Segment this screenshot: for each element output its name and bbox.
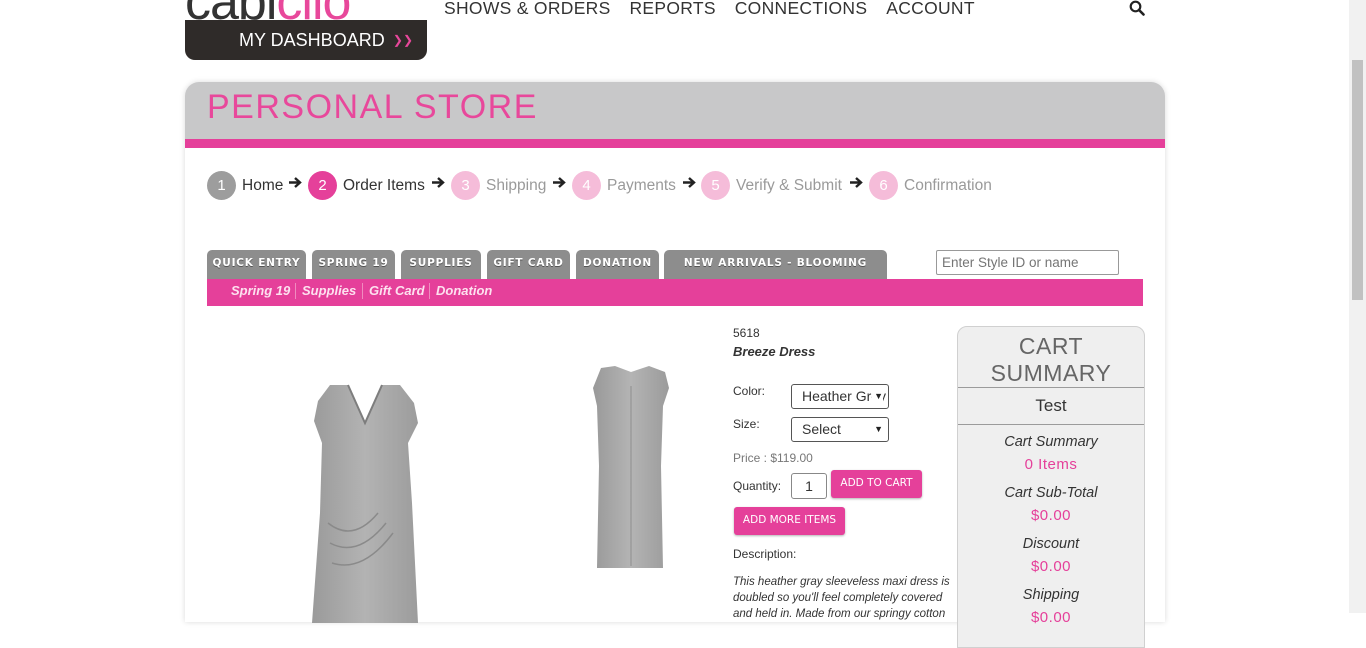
scrollbar-thumb[interactable]	[1352, 60, 1363, 300]
step-label: Payments	[607, 177, 676, 194]
tab-donation[interactable]: DONATION	[576, 250, 659, 279]
subnav-donation[interactable]: Donation	[436, 279, 492, 303]
top-nav: SHOWS & ORDERS REPORTS CONNECTIONS ACCOU…	[444, 0, 989, 19]
quantity-input[interactable]: 1	[791, 473, 827, 499]
nav-connections[interactable]: CONNECTIONS	[735, 0, 868, 18]
cart-subtotal-label: Cart Sub-Total	[1004, 485, 1098, 501]
tab-new-arrivals[interactable]: NEW ARRIVALS - BLOOMING BLUSH	[664, 250, 887, 295]
nav-shows-orders[interactable]: SHOWS & ORDERS	[444, 0, 611, 18]
logo-text-pink: clio	[276, 0, 351, 20]
size-label: Size:	[733, 417, 760, 431]
size-select[interactable]: Select ▼	[791, 417, 889, 442]
product-name: Breeze Dress	[733, 344, 816, 359]
my-dashboard-button[interactable]: MY DASHBOARD ❯❯	[185, 20, 427, 60]
subnav-divider	[295, 283, 296, 299]
step-number: 5	[701, 171, 730, 200]
personal-store-panel: PERSONAL STORE 1 Home 2 Order Items 3 Shipp…	[185, 82, 1165, 648]
arrow-right-icon	[432, 177, 445, 188]
quantity-label: Quantity:	[733, 479, 782, 493]
add-more-items-button[interactable]: ADD MORE ITEMS	[734, 507, 845, 535]
divider	[958, 424, 1144, 425]
tab-gift-card[interactable]: GIFT CARD	[487, 250, 570, 279]
size-select-value: Select	[802, 421, 841, 437]
nav-reports[interactable]: REPORTS	[629, 0, 715, 18]
product-price: Price : $119.00	[733, 451, 813, 465]
subnav-supplies[interactable]: Supplies	[302, 279, 356, 303]
page-title: PERSONAL STORE	[207, 88, 538, 126]
step-home[interactable]: 1 Home	[207, 171, 284, 200]
nav-account[interactable]: ACCOUNT	[886, 0, 975, 18]
cart-subtotal-value: $0.00	[1030, 507, 1072, 524]
search-icon[interactable]	[1129, 0, 1145, 16]
step-order-items[interactable]: 2 Order Items	[308, 171, 425, 200]
cart-discount-label: Discount	[1022, 536, 1080, 552]
step-number: 6	[869, 171, 898, 200]
subnav-divider	[429, 283, 430, 299]
cart-summary-panel: CART SUMMARY Test Cart Summary 0 Items C…	[957, 326, 1145, 648]
subnav-gift-card[interactable]: Gift Card	[369, 279, 425, 303]
step-number: 4	[572, 171, 601, 200]
arrow-right-icon	[289, 177, 302, 188]
step-payments[interactable]: 4 Payments	[572, 171, 676, 200]
step-label: Confirmation	[904, 177, 992, 194]
step-label: Order Items	[343, 177, 425, 194]
arrow-right-icon	[553, 177, 566, 188]
product-description: This heather gray sleeveless maxi dress …	[733, 576, 950, 620]
cart-shipping-value: $0.00	[1030, 609, 1072, 626]
logo-text-dark: cabi	[185, 0, 277, 20]
description-label: Description:	[733, 547, 797, 561]
step-verify-submit[interactable]: 5 Verify & Submit	[701, 171, 842, 200]
step-label: Home	[242, 177, 284, 194]
dress-front-image[interactable]	[308, 383, 423, 623]
dress-back-image[interactable]	[591, 366, 671, 568]
step-number: 3	[451, 171, 480, 200]
arrow-right-icon	[683, 177, 696, 188]
panel-header: PERSONAL STORE	[185, 82, 1165, 139]
arrow-right-icon	[850, 177, 863, 188]
dashboard-label: MY DASHBOARD	[239, 30, 385, 50]
color-label: Color:	[733, 384, 766, 398]
step-confirmation[interactable]: 6 Confirmation	[869, 171, 992, 200]
caret-down-icon: ▼	[872, 418, 883, 441]
cart-items-count: 0 Items	[1024, 456, 1078, 473]
cart-discount-value: $0.00	[1030, 558, 1072, 575]
chevron-down-icon: ❯❯	[392, 33, 413, 47]
divider	[958, 387, 1144, 388]
step-number: 1	[207, 171, 236, 200]
tab-supplies[interactable]: SUPPLIES	[401, 250, 481, 279]
tab-quick-entry[interactable]: QUICK ENTRY	[207, 250, 306, 279]
step-shipping[interactable]: 3 Shipping	[451, 171, 547, 200]
panel-accent-bar	[185, 139, 1165, 148]
subnav-divider	[362, 283, 363, 299]
sub-category-bar: Spring 19 Supplies Gift Card Donation	[207, 279, 1143, 306]
cart-shipping-label: Shipping	[1022, 587, 1080, 603]
tab-spring-19[interactable]: SPRING 19	[312, 250, 395, 279]
step-label: Verify & Submit	[736, 177, 842, 194]
cart-customer-name: Test	[1035, 396, 1067, 415]
color-select[interactable]: Heather Grey ▼	[791, 384, 889, 409]
cart-summary-label: Cart Summary	[1004, 434, 1098, 450]
subnav-spring-19[interactable]: Spring 19	[231, 279, 290, 303]
cabi-logo[interactable]: cabiclio	[185, 0, 430, 20]
style-search-input[interactable]	[936, 250, 1119, 275]
step-number: 2	[308, 171, 337, 200]
cart-summary-title: CART SUMMARY	[990, 333, 1112, 386]
add-to-cart-button[interactable]: ADD TO CART	[831, 470, 922, 498]
caret-down-icon: ▼	[872, 385, 883, 408]
step-label: Shipping	[486, 177, 547, 194]
page-scrollbar[interactable]	[1349, 0, 1366, 613]
style-id: 5618	[733, 326, 760, 340]
